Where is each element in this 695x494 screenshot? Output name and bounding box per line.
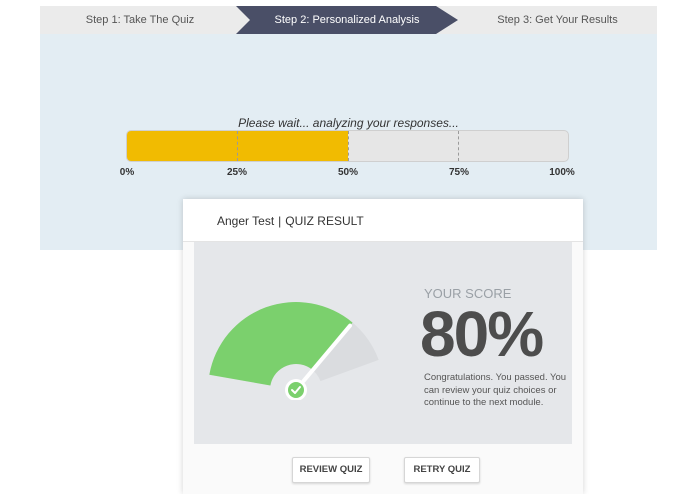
review-quiz-button[interactable]: REVIEW QUIZ [292, 457, 370, 483]
progress-tick-75 [457, 131, 459, 161]
analysis-message: Please wait... analyzing your responses.… [238, 116, 459, 130]
check-circle-icon [288, 382, 304, 398]
step-get-results[interactable]: Step 3: Get Your Results [458, 6, 657, 34]
card-header: Anger Test | QUIZ RESULT [183, 199, 583, 242]
step-take-quiz[interactable]: Step 1: Take The Quiz [40, 6, 240, 34]
progress-tick-50 [347, 131, 349, 161]
score-message: Congratulations. You passed. You can rev… [424, 372, 567, 408]
progress-bar [126, 130, 569, 162]
card-footer: REVIEW QUIZ RETRY QUIZ [183, 444, 583, 494]
quiz-result-card: Anger Test | QUIZ RESULT YOUR SCORE 80% Co… [183, 199, 583, 494]
title-separator: | [278, 214, 282, 228]
score-value: 80% [420, 298, 544, 370]
retry-quiz-button[interactable]: RETRY QUIZ [404, 457, 480, 483]
card-body: YOUR SCORE 80% Congratulations. You pass… [194, 242, 572, 444]
quiz-result-label: QUIZ RESULT [285, 214, 364, 228]
score-gauge [209, 302, 379, 400]
steps-bar: Step 1: Take The Quiz Step 2: Personaliz… [40, 6, 657, 34]
tick-label-25: 25% [226, 167, 248, 178]
quiz-name: Anger Test [217, 214, 275, 228]
tick-label-0: 0% [119, 167, 135, 178]
tick-label-100: 100% [549, 167, 575, 178]
progress-tick-25 [237, 131, 239, 161]
tick-label-50: 50% [337, 167, 359, 178]
card-title: Anger Test | QUIZ RESULT [217, 214, 364, 228]
step-personalized-analysis[interactable]: Step 2: Personalized Analysis [236, 6, 458, 34]
tick-label-75: 75% [448, 167, 470, 178]
